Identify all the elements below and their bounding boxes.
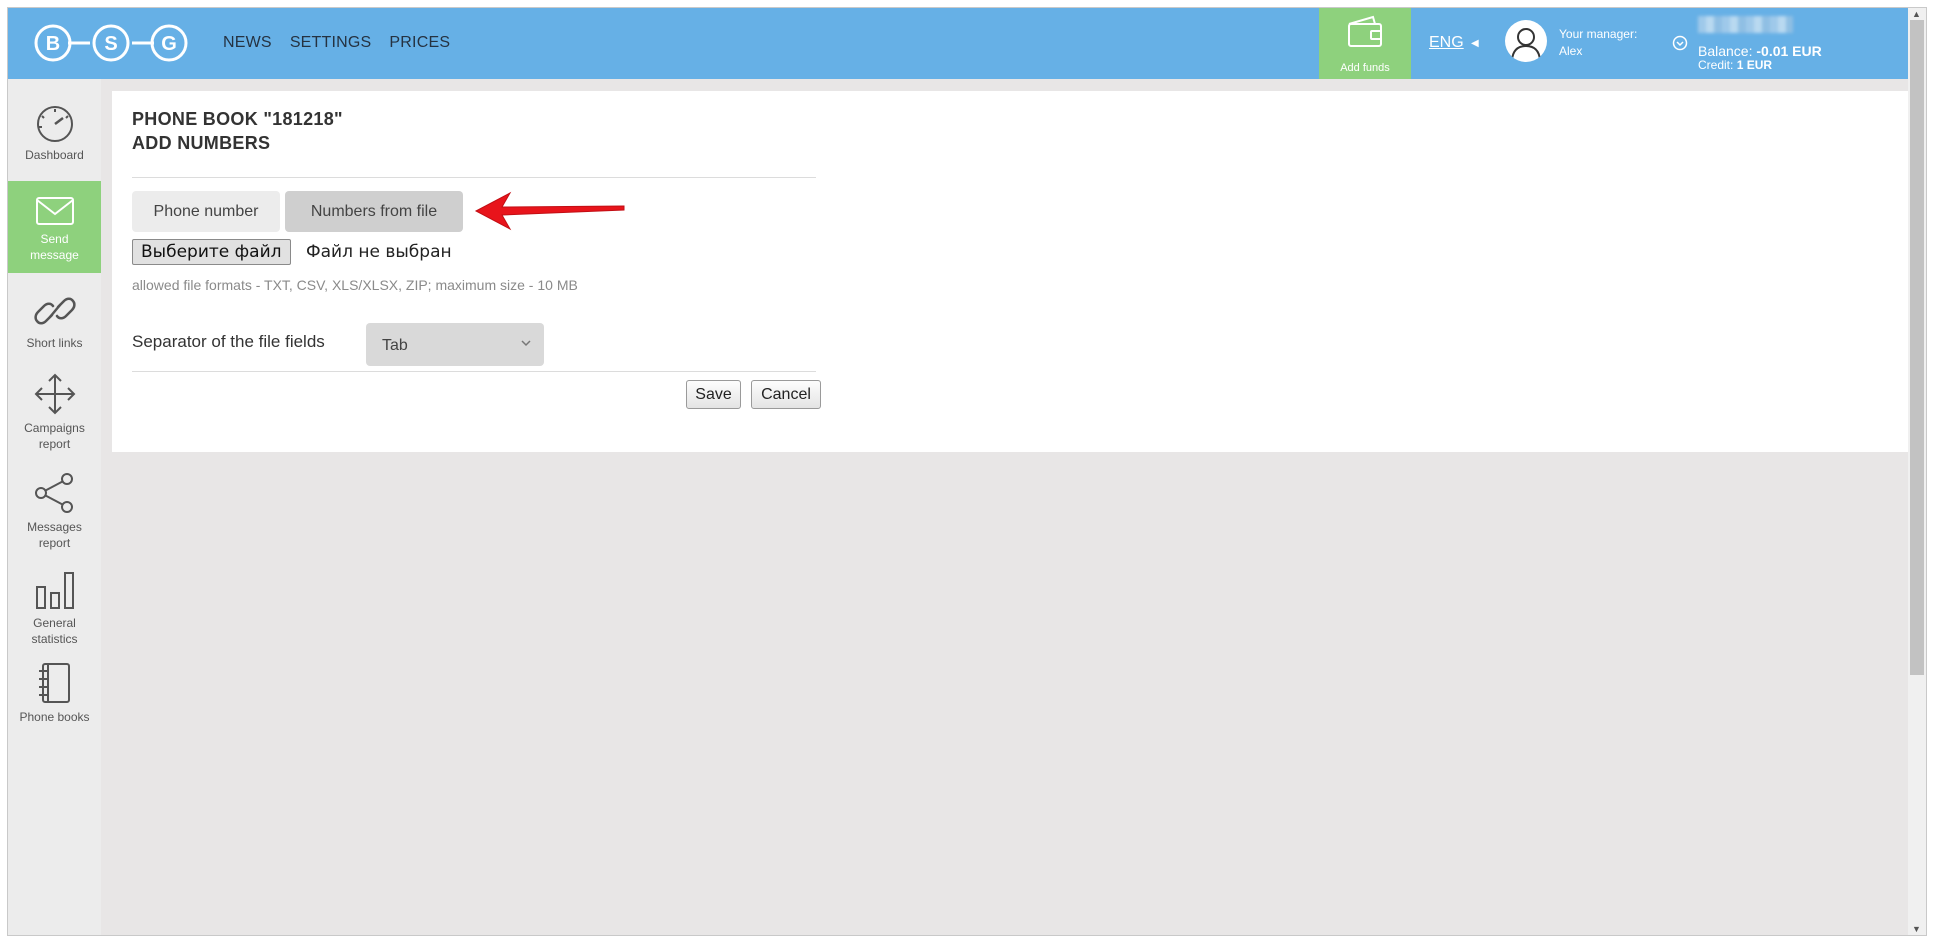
page-title: PHONE BOOK "181218" ADD NUMBERS (132, 107, 343, 155)
divider (132, 371, 816, 372)
wallet-icon (1348, 15, 1382, 47)
scroll-up-icon[interactable]: ▲ (1912, 9, 1921, 19)
link-icon (33, 297, 76, 325)
save-button[interactable]: Save (686, 380, 741, 409)
caret-left-icon[interactable]: ◀ (1471, 38, 1479, 49)
add-funds-label: Add funds (1340, 62, 1390, 74)
bsg-logo[interactable]: B S G (32, 22, 208, 64)
bar-chart-icon (35, 572, 74, 609)
credit: Credit: 1 EUR (1698, 59, 1772, 72)
speedometer-icon (36, 106, 73, 142)
language-selector[interactable]: ENG (1429, 34, 1464, 52)
sidebar-item-label: Send message (30, 232, 79, 262)
account-id-redacted (1698, 16, 1793, 33)
nav-prices[interactable]: PRICES (389, 34, 450, 52)
credit-value: 1 EUR (1736, 58, 1773, 72)
page-title-line1: PHONE BOOK "181218" (132, 109, 343, 129)
sidebar-item-label: General statistics (31, 616, 78, 646)
move-arrows-icon (34, 373, 75, 415)
manager-name: Alex (1559, 44, 1583, 58)
cancel-button[interactable]: Cancel (751, 380, 821, 409)
nav-news[interactable]: NEWS (223, 34, 272, 52)
manager-label: Your manager: (1559, 27, 1638, 41)
logo-letter-b: B (46, 33, 60, 55)
sidebar-item-general-statistics[interactable]: General statistics (8, 569, 101, 647)
vertical-scrollbar[interactable]: ▲ ▼ (1908, 8, 1926, 935)
file-status: Файл не выбран (306, 242, 452, 262)
add-funds-button[interactable]: Add funds (1319, 8, 1411, 79)
envelope-icon (35, 197, 74, 225)
divider (132, 177, 816, 178)
notebook-icon (38, 663, 70, 703)
tab-phone-number[interactable]: Phone number (132, 191, 280, 232)
user-icon (1511, 28, 1541, 61)
main-nav: NEWS SETTINGS PRICES (223, 34, 450, 52)
sidebar-item-label: Campaigns report (24, 421, 85, 451)
logo-letter-s: S (104, 33, 117, 55)
choose-file-button[interactable]: Выберите файл (132, 239, 291, 265)
manager-info: Your manager: Alex (1559, 26, 1637, 60)
top-header: B S G NEWS SETTINGS PRICES Add funds ENG… (8, 8, 1926, 79)
separator-value: Tab (382, 337, 408, 354)
sidebar-item-dashboard[interactable]: Dashboard (8, 103, 101, 163)
sidebar-item-short-links[interactable]: Short links (8, 291, 101, 351)
scroll-down-icon[interactable]: ▼ (1912, 924, 1921, 934)
sidebar: Dashboard Send message Short links Campa… (8, 79, 101, 935)
sidebar-item-messages-report[interactable]: Messages report (8, 471, 101, 551)
file-format-hint: allowed file formats - TXT, CSV, XLS/XLS… (132, 277, 578, 293)
sidebar-item-label: Short links (26, 336, 83, 350)
sidebar-item-phone-books[interactable]: Phone books (8, 661, 101, 725)
sidebar-item-campaigns-report[interactable]: Campaigns report (8, 372, 101, 452)
add-numbers-panel: PHONE BOOK "181218" ADD NUMBERS Phone nu… (112, 91, 1912, 452)
separator-label: Separator of the file fields (132, 332, 325, 351)
separator-select[interactable]: Tab (366, 323, 544, 366)
sidebar-item-send-message[interactable]: Send message (8, 181, 101, 273)
avatar (1505, 20, 1547, 62)
sidebar-item-label: Messages report (27, 520, 82, 550)
browser-frame: B S G NEWS SETTINGS PRICES Add funds ENG… (7, 7, 1927, 936)
sidebar-item-label: Phone books (19, 710, 90, 724)
chevron-down-icon (521, 340, 531, 347)
chevron-down-circle-icon[interactable] (1672, 35, 1688, 51)
nav-settings[interactable]: SETTINGS (290, 34, 372, 52)
balance: Balance: -0.01 EUR (1698, 44, 1822, 58)
page-title-line2: ADD NUMBERS (132, 133, 271, 153)
sidebar-item-label: Dashboard (25, 148, 84, 162)
balance-label: Balance: (1698, 43, 1753, 59)
share-icon (34, 473, 73, 513)
balance-value: -0.01 EUR (1756, 43, 1822, 59)
logo-letter-g: G (161, 33, 177, 55)
scrollbar-thumb[interactable] (1910, 20, 1924, 675)
tab-numbers-from-file[interactable]: Numbers from file (285, 191, 463, 232)
credit-label: Credit: (1698, 58, 1734, 72)
red-arrow-annotation-icon (474, 191, 625, 231)
